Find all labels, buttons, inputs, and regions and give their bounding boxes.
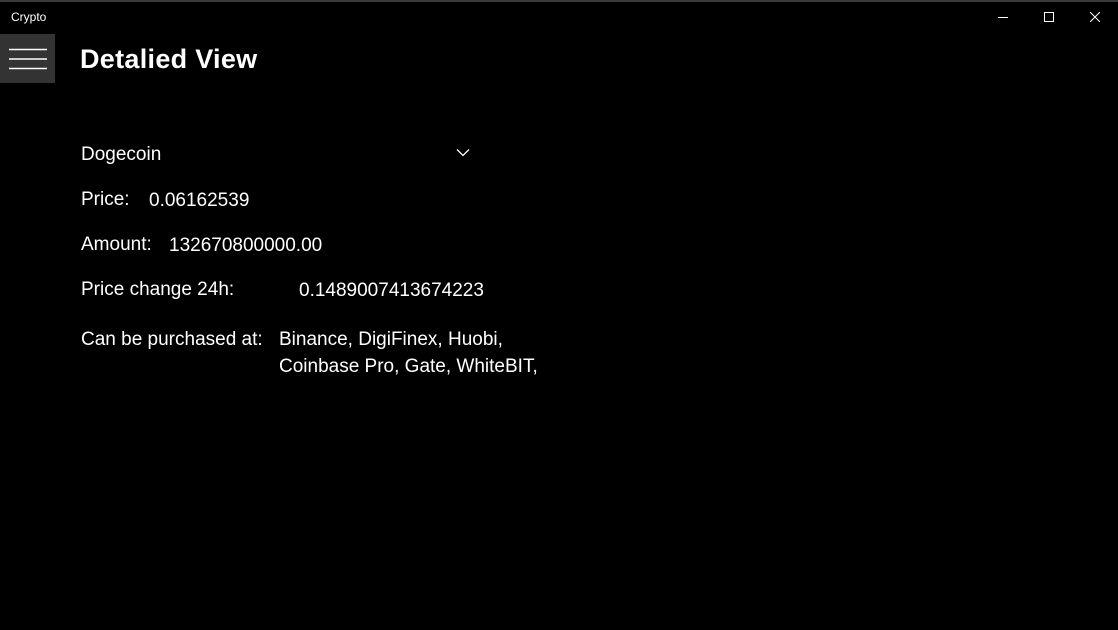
amount-label: Amount: [81,234,152,255]
coin-selector-value: Dogecoin [81,144,162,165]
maximize-button[interactable] [1026,2,1072,32]
hamburger-menu-button[interactable] [0,34,55,83]
close-button[interactable] [1072,2,1118,32]
app-title: Crypto [11,10,47,24]
app-window: Crypto Detalied View Dogecoin Price: 0.0… [0,0,1118,630]
price-change-value: 0.1489007413674223 [299,280,484,301]
coin-selector-dropdown[interactable]: Dogecoin [72,138,482,170]
minimize-button[interactable] [980,2,1026,32]
exchanges-line-2: Coinbase Pro, Gate, WhiteBIT, [279,356,538,377]
minimize-icon [998,17,1008,18]
hamburger-menu-icon [8,48,47,69]
purchase-label: Can be purchased at: [81,329,263,350]
close-icon [1090,12,1100,22]
chevron-down-icon [456,149,470,157]
exchanges-line-1: Binance, DigiFinex, Huobi, [279,329,503,350]
price-change-label: Price change 24h: [81,279,235,300]
page-title: Detalied View [80,44,258,74]
amount-value: 132670800000.00 [169,235,323,256]
maximize-icon [1044,12,1054,22]
price-value: 0.06162539 [149,190,250,211]
price-label: Price: [81,189,130,210]
title-bar[interactable]: Crypto [0,2,1118,32]
